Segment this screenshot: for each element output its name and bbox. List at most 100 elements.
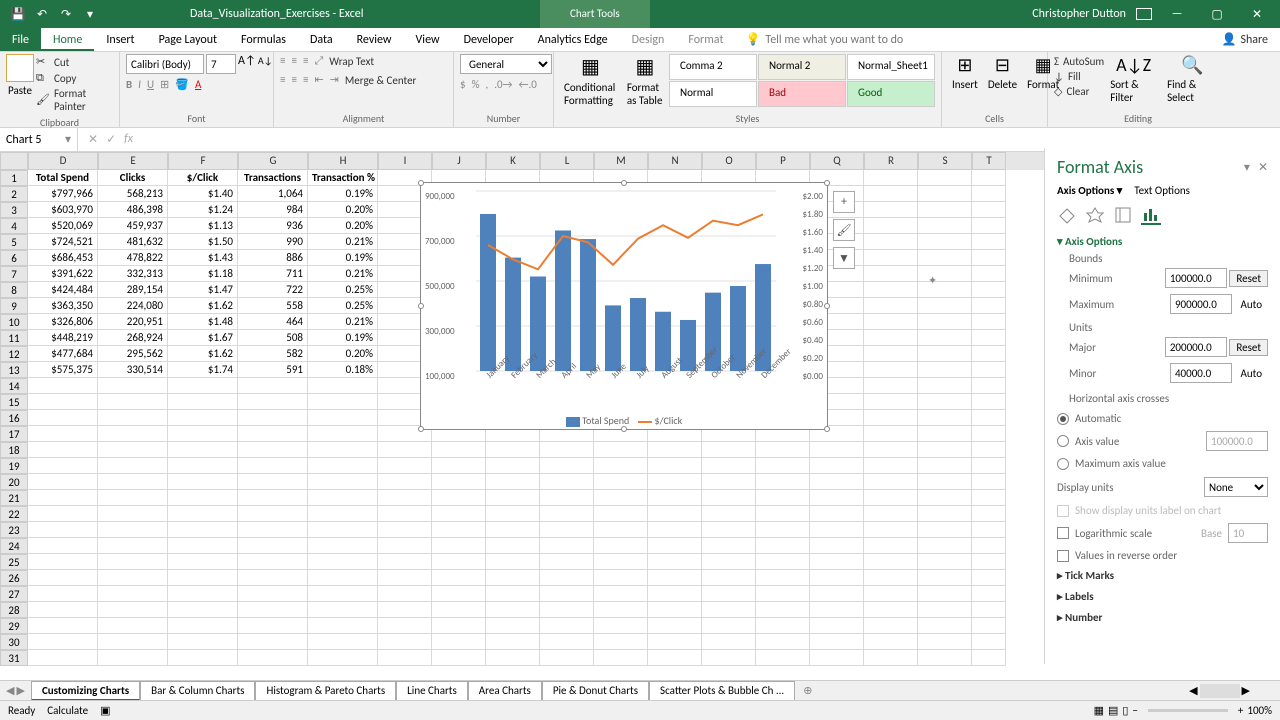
reverse-order-check[interactable]: Values in reverse order — [1045, 546, 1280, 565]
cell[interactable]: 0.21% — [308, 266, 378, 282]
cancel-formula-icon[interactable]: ✕ — [88, 132, 98, 147]
cell[interactable] — [540, 522, 594, 538]
chart-filters-button[interactable]: ▼ — [833, 247, 855, 269]
cell[interactable] — [864, 522, 918, 538]
cell[interactable] — [972, 618, 1006, 634]
cell[interactable] — [918, 250, 972, 266]
shrink-font-icon[interactable]: A↓ — [258, 54, 273, 74]
col-header[interactable]: M — [594, 152, 648, 170]
cell[interactable] — [28, 554, 98, 570]
cell[interactable] — [972, 346, 1006, 362]
cell[interactable]: $1.50 — [168, 234, 238, 250]
cell[interactable] — [486, 474, 540, 490]
cell[interactable] — [972, 250, 1006, 266]
cell[interactable] — [756, 586, 810, 602]
size-properties-icon[interactable] — [1113, 205, 1133, 225]
cell[interactable] — [756, 650, 810, 666]
cell[interactable] — [918, 442, 972, 458]
cell[interactable] — [972, 170, 1006, 186]
cell[interactable] — [238, 378, 308, 394]
cell[interactable] — [918, 586, 972, 602]
row-header[interactable]: 1 — [0, 170, 28, 186]
cell[interactable] — [810, 474, 864, 490]
indent-dec-icon[interactable]: ⇤ — [314, 73, 323, 88]
cell[interactable]: 722 — [238, 282, 308, 298]
tab-developer[interactable]: Developer — [452, 28, 526, 51]
sheet-tab[interactable]: Area Charts — [468, 681, 542, 701]
row-header[interactable]: 17 — [0, 426, 28, 442]
cell[interactable] — [238, 634, 308, 650]
number-section[interactable]: ▸ Number — [1057, 611, 1268, 624]
cell[interactable] — [864, 634, 918, 650]
cell[interactable] — [972, 522, 1006, 538]
row-header[interactable]: 8 — [0, 282, 28, 298]
font-name-input[interactable] — [126, 54, 204, 74]
cell[interactable] — [28, 378, 98, 394]
sheet-tab[interactable]: Histogram & Pareto Charts — [255, 681, 396, 701]
cell[interactable] — [918, 410, 972, 426]
cell[interactable] — [28, 458, 98, 474]
cell[interactable] — [28, 522, 98, 538]
col-header[interactable]: G — [238, 152, 308, 170]
cell[interactable] — [308, 410, 378, 426]
cell[interactable] — [28, 410, 98, 426]
cell[interactable] — [864, 394, 918, 410]
row-header[interactable]: 31 — [0, 650, 28, 666]
cell[interactable] — [308, 602, 378, 618]
cell[interactable] — [864, 458, 918, 474]
cell[interactable] — [378, 474, 432, 490]
cell[interactable] — [28, 442, 98, 458]
cell[interactable] — [168, 538, 238, 554]
cell[interactable] — [238, 458, 308, 474]
cell[interactable] — [238, 410, 308, 426]
cell[interactable] — [594, 570, 648, 586]
cell[interactable]: $797,966 — [28, 186, 98, 202]
cell[interactable] — [918, 458, 972, 474]
cell[interactable] — [540, 442, 594, 458]
chart-styles-button[interactable]: 🖌 — [833, 219, 855, 241]
cell[interactable]: 0.19% — [308, 250, 378, 266]
cell[interactable] — [98, 618, 168, 634]
cell[interactable]: $391,622 — [28, 266, 98, 282]
cell[interactable] — [308, 426, 378, 442]
find-select-button[interactable]: 🔍Find & Select — [1163, 54, 1222, 104]
crosses-auto-radio[interactable]: Automatic — [1045, 409, 1280, 428]
log-scale-check[interactable]: Logarithmic scaleBase — [1045, 520, 1280, 546]
cell[interactable]: 330,514 — [98, 362, 168, 378]
cell[interactable] — [308, 522, 378, 538]
cell[interactable] — [864, 506, 918, 522]
cell[interactable] — [972, 650, 1006, 666]
cell[interactable]: 0.21% — [308, 234, 378, 250]
cell[interactable] — [486, 554, 540, 570]
cell[interactable]: Transactions — [238, 170, 308, 186]
cell[interactable] — [98, 490, 168, 506]
fill-color-icon[interactable]: 🪣 — [175, 78, 189, 91]
col-header[interactable]: N — [648, 152, 702, 170]
cell[interactable]: 464 — [238, 314, 308, 330]
cell[interactable] — [648, 570, 702, 586]
cell[interactable] — [918, 330, 972, 346]
cell[interactable] — [594, 490, 648, 506]
cell[interactable] — [540, 506, 594, 522]
cell[interactable]: $603,970 — [28, 202, 98, 218]
row-header[interactable]: 19 — [0, 458, 28, 474]
qat-dropdown-icon[interactable]: ▾ — [82, 6, 98, 22]
cell[interactable]: $363,350 — [28, 298, 98, 314]
units-major-reset[interactable]: Reset — [1229, 339, 1268, 356]
cell[interactable] — [594, 522, 648, 538]
cell[interactable] — [972, 554, 1006, 570]
cell[interactable] — [432, 474, 486, 490]
cell[interactable] — [168, 634, 238, 650]
cell[interactable] — [864, 314, 918, 330]
cell[interactable] — [648, 634, 702, 650]
cell[interactable] — [98, 474, 168, 490]
cell[interactable] — [972, 218, 1006, 234]
style-normal-sheet1[interactable]: Normal_Sheet1 — [847, 54, 935, 80]
cell[interactable]: $1.18 — [168, 266, 238, 282]
cell[interactable] — [238, 618, 308, 634]
cell[interactable] — [918, 522, 972, 538]
cell[interactable] — [28, 586, 98, 602]
cell[interactable]: 1,064 — [238, 186, 308, 202]
tell-me-search[interactable]: 💡 Tell me what you want to do — [745, 28, 903, 51]
cell[interactable] — [972, 282, 1006, 298]
